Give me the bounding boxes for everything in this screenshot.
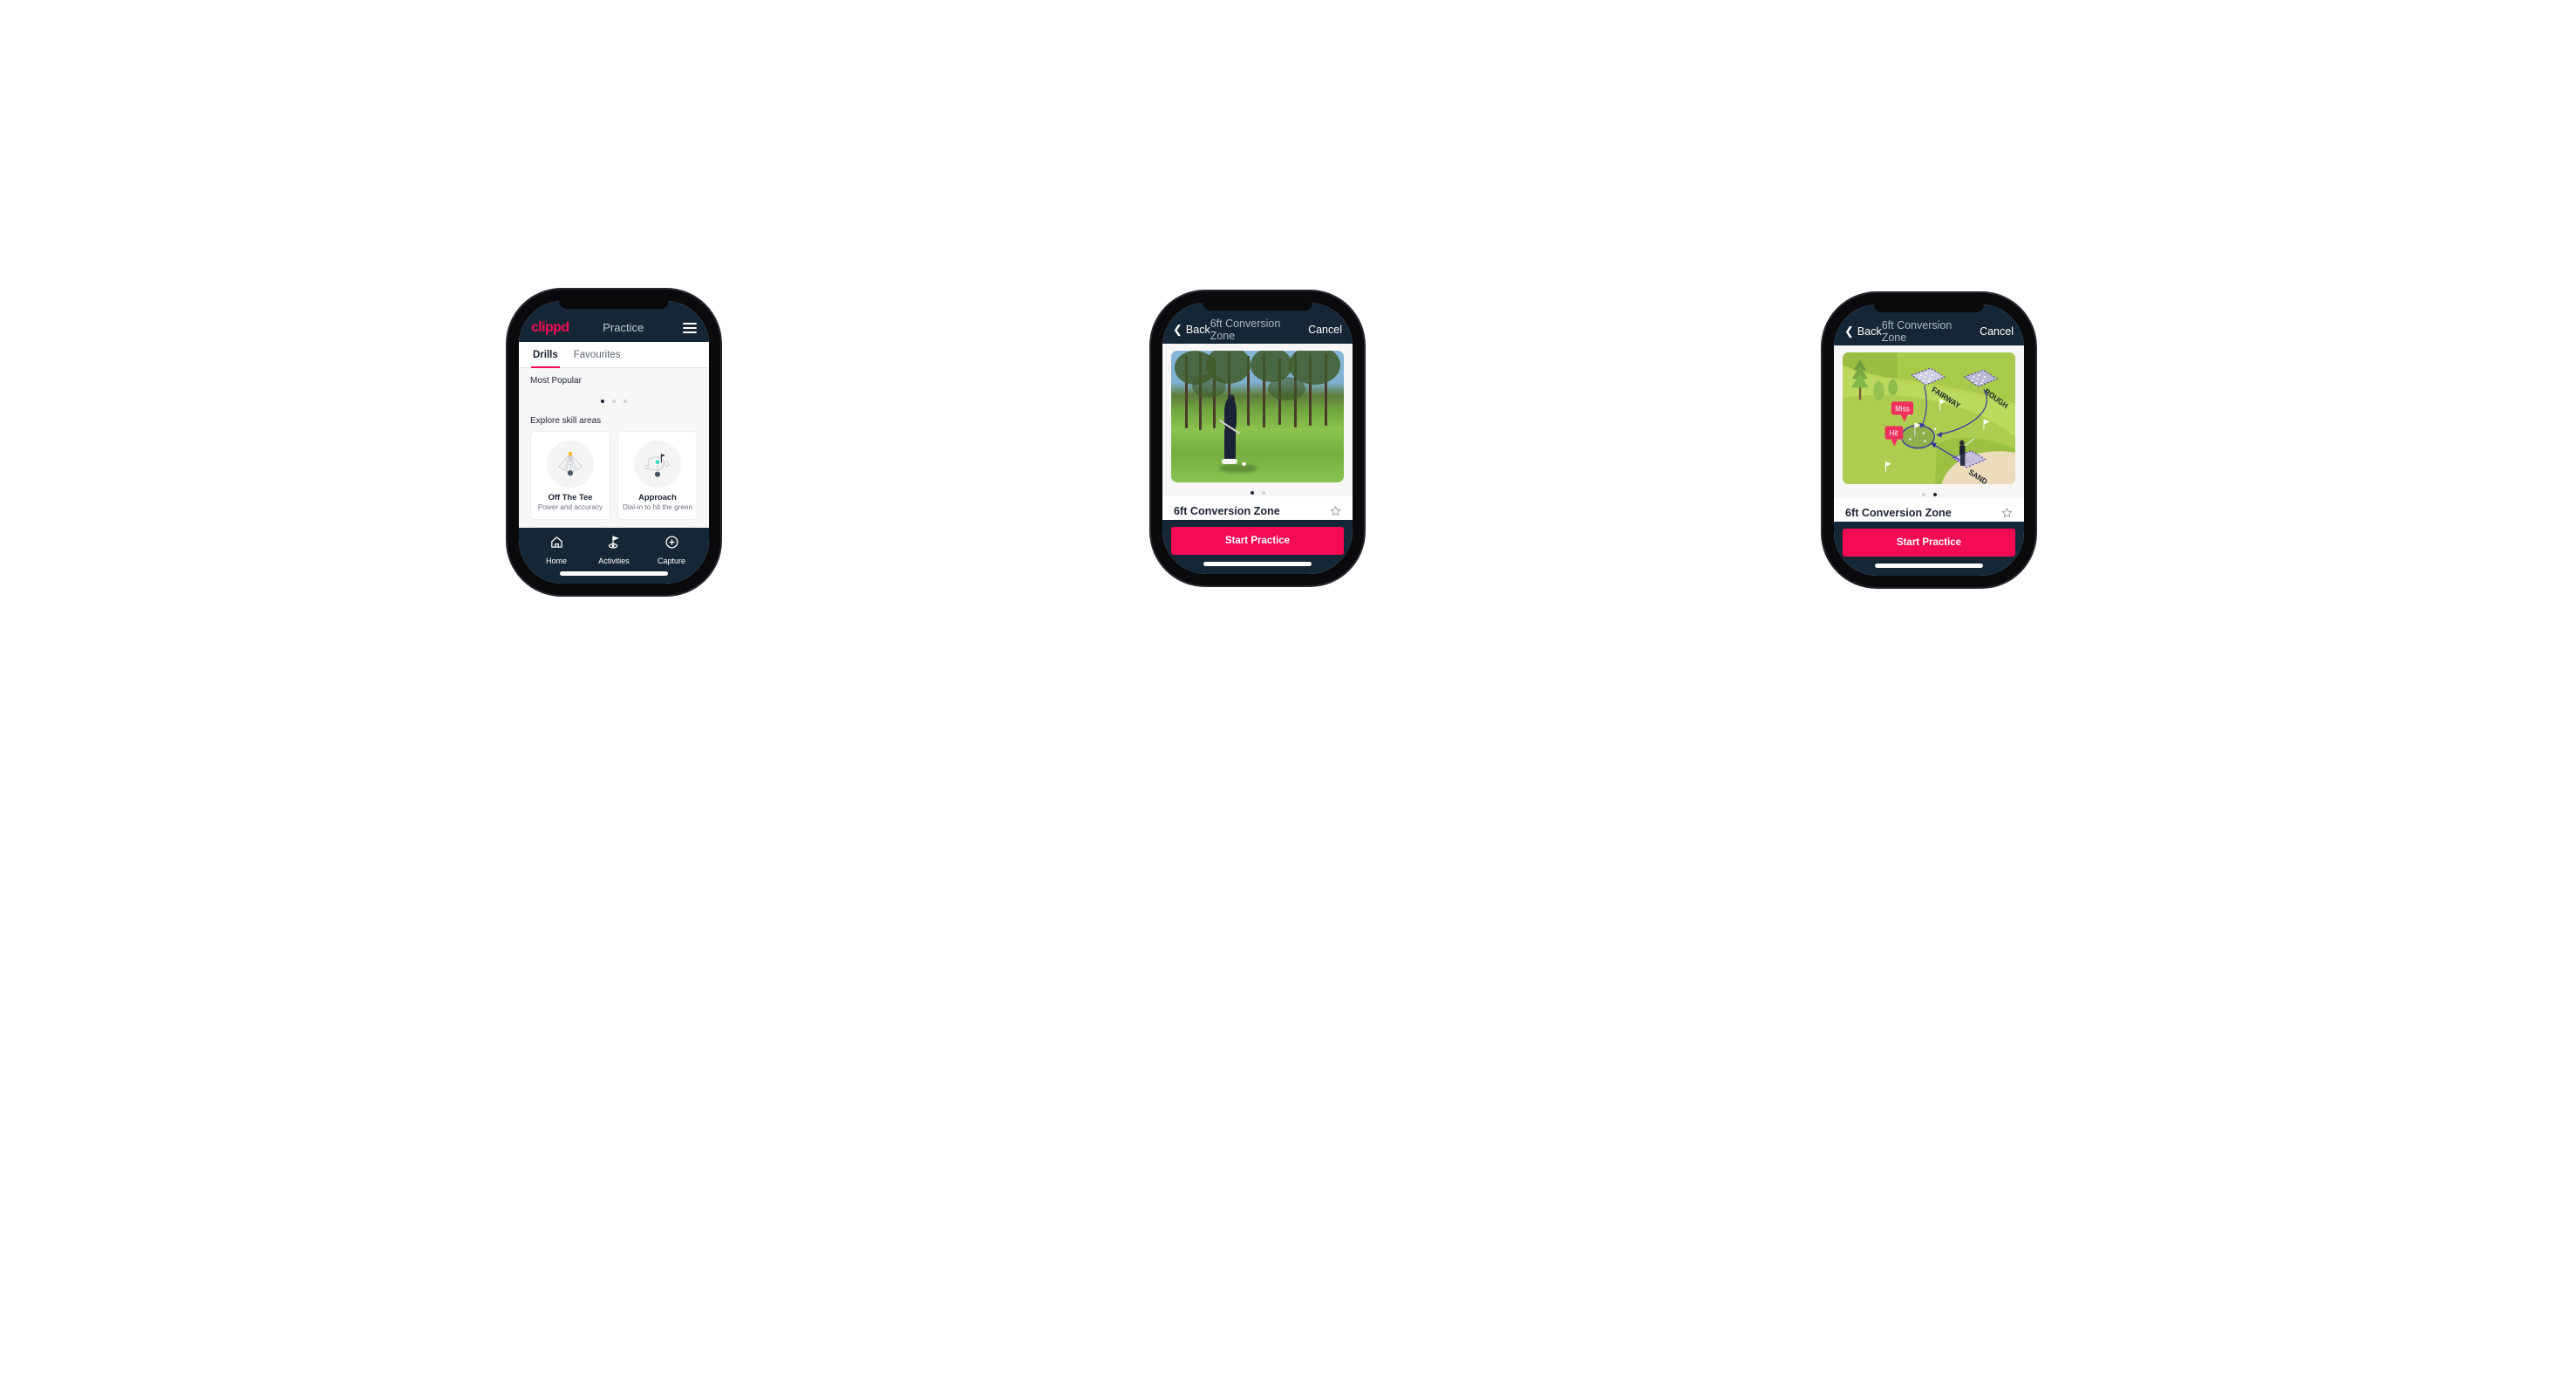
media-pager-dots (1834, 484, 2024, 498)
phone-drill-detail-photo: ❮ Back 6ft Conversion Zone Cancel 6ft Co… (1151, 291, 1364, 585)
svg-text:Miss: Miss (1895, 404, 1910, 413)
phone-practice-list: clippd Practice Drills Favourites Most P… (508, 290, 720, 595)
phone-drill-detail-illustration: ❮ Back 6ft Conversion Zone Cancel FAIRWA… (1823, 293, 2035, 587)
home-icon (550, 536, 562, 548)
golf-course-diagram[interactable]: FAIRWAY ROUGH SAND Miss Hit (1843, 352, 2015, 484)
detail-title: 6ft Conversion Zone (1174, 505, 1280, 517)
start-practice-button[interactable]: Start Practice (1171, 527, 1344, 555)
svg-text:Hit: Hit (1890, 428, 1898, 438)
detail-header-row: 6ft Conversion Zone 10-50 yds (1174, 505, 1341, 520)
nav-label: Capture (657, 557, 686, 565)
notch (559, 301, 669, 309)
skill-card-off-the-tee[interactable]: Off The Tee Power and accuracy (530, 431, 610, 520)
detail-title: 6ft Conversion Zone (1845, 507, 1952, 519)
star-outline-icon[interactable] (1330, 505, 1341, 516)
carousel-dots (519, 391, 709, 408)
chevron-left-icon: ❮ (1844, 325, 1854, 338)
detail-card: 6ft Conversion Zone 10-50 yds 20 shots A… (1834, 498, 2024, 522)
media-wrapper (1162, 344, 1353, 482)
skill-subtitle: Dial-in to hit the green (622, 503, 693, 511)
chevron-left-icon: ❮ (1173, 323, 1182, 336)
skill-title: Off The Tee (548, 492, 593, 502)
skill-areas-grid: Off The Tee Power and accuracy Approach … (519, 431, 709, 528)
tab-bar: Drills Favourites (519, 342, 709, 368)
detail-content: 6ft Conversion Zone 10-50 yds 20 shots A… (1162, 344, 1353, 520)
skill-title: Approach (638, 492, 677, 502)
cancel-button[interactable]: Cancel (1308, 324, 1342, 336)
start-practice-button[interactable]: Start Practice (1843, 529, 2015, 557)
screen-practice: clippd Practice Drills Favourites Most P… (519, 301, 709, 584)
back-button[interactable]: ❮ Back (1844, 325, 1882, 338)
practice-content: Most Popular Find Th (519, 368, 709, 528)
tab-favourites[interactable]: Favourites (572, 342, 623, 368)
media-dot-2[interactable] (1261, 491, 1265, 495)
media-dot-2[interactable] (1932, 493, 1937, 496)
nav-label: Home (545, 557, 567, 565)
nav-title: 6ft Conversion Zone (1881, 318, 1952, 344)
skill-subtitle: Power and accuracy (537, 503, 603, 511)
back-label: Back (1185, 323, 1210, 336)
cancel-button[interactable]: Cancel (1980, 325, 2014, 338)
tee-shot-cone-icon (547, 441, 594, 488)
media-dot-1[interactable] (1250, 491, 1254, 495)
media-pager-dots (1162, 482, 1353, 496)
explore-skill-areas-heading: Explore skill areas (530, 416, 602, 426)
plus-circle-icon (664, 536, 678, 549)
notch (1874, 304, 1984, 312)
detail-header-row: 6ft Conversion Zone 10-50 yds (1845, 507, 2013, 522)
nav-item-capture[interactable]: Capture (643, 535, 700, 568)
carousel-dot-2[interactable] (612, 400, 616, 403)
nav-label: Activities (598, 557, 630, 565)
page-title: Practice (603, 321, 644, 334)
screen-drill-detail: ❮ Back 6ft Conversion Zone Cancel 6ft Co… (1162, 303, 1353, 574)
approach-green-icon (634, 441, 681, 488)
nav-title: 6ft Conversion Zone (1210, 317, 1281, 342)
back-label: Back (1857, 325, 1882, 338)
screen-drill-detail-2: ❮ Back 6ft Conversion Zone Cancel FAIRWA… (1834, 304, 2024, 576)
detail-content: FAIRWAY ROUGH SAND Miss Hit 6ft Conversi… (1834, 345, 2024, 522)
hamburger-icon[interactable] (683, 322, 697, 333)
nav-item-home[interactable]: Home (528, 535, 585, 568)
nav-item-activities[interactable]: Activities (585, 535, 643, 568)
skill-card-approach[interactable]: Approach Dial-in to hit the green (617, 431, 698, 520)
media-wrapper: FAIRWAY ROUGH SAND Miss Hit (1834, 345, 2024, 484)
tab-drills[interactable]: Drills (531, 342, 560, 368)
detail-card: 6ft Conversion Zone 10-50 yds 20 shots A… (1162, 496, 1353, 520)
notch (1203, 303, 1312, 311)
drill-photo[interactable] (1171, 351, 1344, 482)
home-indicator (1875, 564, 1983, 568)
carousel-dot-3[interactable] (624, 400, 627, 403)
star-outline-icon[interactable] (2001, 507, 2013, 518)
most-popular-heading: Most Popular (530, 376, 582, 386)
screenshot-canvas: clippd Practice Drills Favourites Most P… (0, 0, 2576, 1387)
home-indicator (1203, 562, 1312, 566)
back-button[interactable]: ❮ Back (1173, 324, 1210, 336)
carousel-dot-1[interactable] (601, 400, 604, 403)
home-indicator (560, 571, 668, 576)
media-dot-1[interactable] (1921, 493, 1925, 496)
golf-flag-icon (608, 536, 619, 549)
